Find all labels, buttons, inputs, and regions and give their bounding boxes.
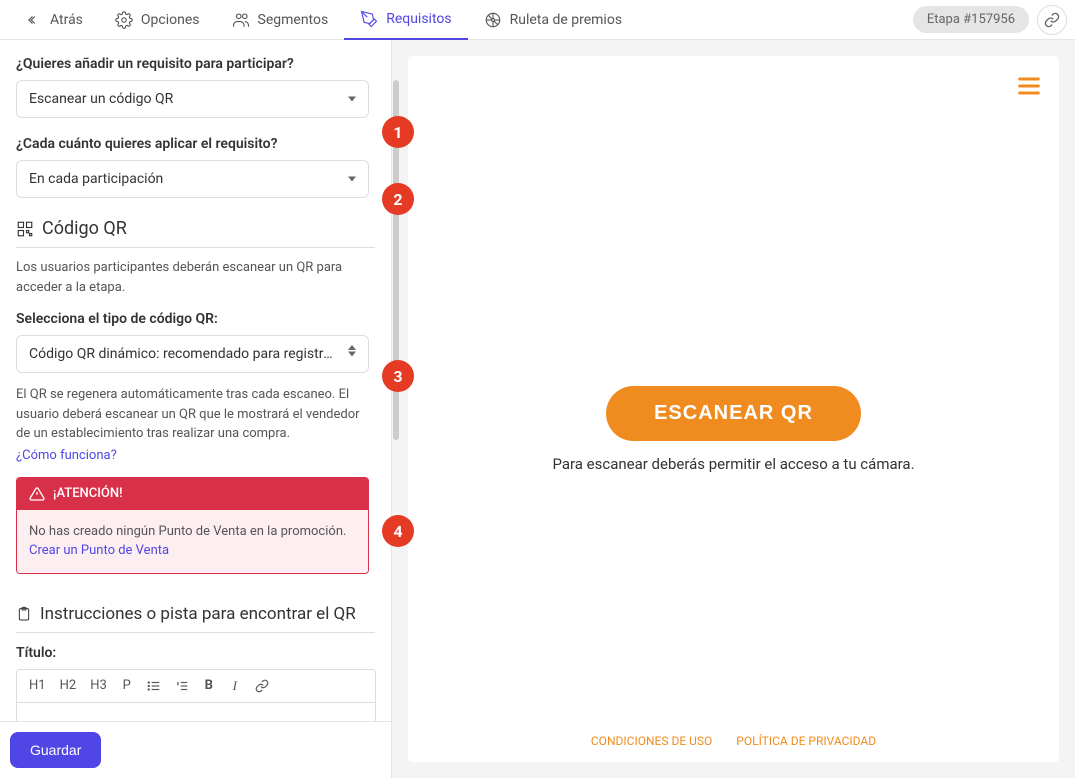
qr-type-label: Selecciona el tipo de código QR: [16,311,375,327]
warning-icon [29,486,45,502]
tab-segments-label: Segmentos [258,12,329,28]
link-icon [1044,12,1060,28]
tab-back[interactable]: Atrás [8,0,99,40]
frequency-value: En cada participación [29,171,163,187]
hamburger-icon [1015,72,1043,100]
editor-toolbar: H1 H2 H3 P B I [16,669,376,703]
qr-type-select[interactable]: Código QR dinámico: recomendado para reg… [16,335,369,373]
terms-link[interactable]: CONDICIONES DE USO [591,734,712,748]
toolbar-bold[interactable]: B [197,674,221,697]
alert-body-text: No has creado ningún Punto de Venta en l… [29,524,346,539]
how-it-works-link[interactable]: ¿Cómo funciona? [16,448,375,463]
qr-section-header: Código QR [16,218,375,248]
tab-back-label: Atrás [50,12,83,28]
gear-icon [115,11,133,29]
toolbar-link[interactable] [249,675,275,697]
requisite-type-select[interactable]: Escanear un código QR [16,80,369,118]
preview-footer: CONDICIONES DE USO POLÍTICA DE PRIVACIDA… [591,718,876,762]
tour-badge-1: 1 [382,116,414,148]
toolbar-ul[interactable] [141,675,167,697]
wheel-icon [484,11,502,29]
footer-bar: Guardar [0,721,391,778]
qr-section-title: Código QR [42,218,127,239]
qr-icon [16,220,34,238]
tab-options-label: Opciones [141,12,200,28]
tour-badge-2: 2 [382,183,414,215]
chevron-left-icon [24,11,42,29]
pen-icon [360,10,378,28]
preview-menu-button[interactable] [1015,72,1043,100]
warning-alert: ¡ATENCIÓN! No has creado ningún Punto de… [16,477,369,574]
toolbar-h1[interactable]: H1 [23,674,52,697]
qr-type-value: Código QR dinámico: recomendado para reg… [29,346,338,362]
tour-badge-4: 4 [382,515,414,547]
qr-description: Los usuarios participantes deberán escan… [16,258,375,297]
instructions-section-header: Instrucciones o pista para encontrar el … [16,604,375,633]
tab-options[interactable]: Opciones [99,0,216,40]
qr-info-text: El QR se regenera automáticamente tras c… [16,385,375,444]
question-2-label: ¿Cada cuánto quieres aplicar el requisit… [16,136,375,152]
tab-requisites-label: Requisitos [386,11,451,27]
question-1-label: ¿Quieres añadir un requisito para partic… [16,56,375,72]
tour-badge-3: 3 [382,360,414,392]
mobile-preview: ESCANEAR QR Para escanear deberás permit… [408,56,1059,762]
preview-pane: ESCANEAR QR Para escanear deberás permit… [392,40,1075,778]
toolbar-ol[interactable] [169,675,195,697]
toolbar-h2[interactable]: H2 [54,674,83,697]
create-pos-link[interactable]: Crear un Punto de Venta [29,543,169,558]
permalink-button[interactable] [1037,5,1067,35]
alert-title: ¡ATENCIÓN! [53,486,123,501]
toolbar-italic[interactable]: I [223,674,247,698]
toolbar-h3[interactable]: H3 [84,674,113,697]
requisite-type-value: Escanear un código QR [29,91,173,107]
scan-instruction-text: Para escanear deberás permitir el acceso… [552,455,914,473]
toolbar-p[interactable]: P [115,674,139,697]
tab-wheel-label: Ruleta de premios [510,12,622,28]
frequency-select[interactable]: En cada participación [16,160,369,198]
tab-wheel[interactable]: Ruleta de premios [468,0,638,40]
tab-segments[interactable]: Segmentos [216,0,345,40]
tab-requisites[interactable]: Requisitos [344,0,467,40]
users-icon [232,11,250,29]
config-panel: ¿Quieres añadir un requisito para partic… [0,40,392,778]
title-editor[interactable] [16,703,376,722]
privacy-link[interactable]: POLÍTICA DE PRIVACIDAD [736,734,876,748]
title-field-label: Título: [16,645,375,661]
scan-qr-button[interactable]: ESCANEAR QR [606,386,861,441]
stage-badge: Etapa #157956 [913,6,1029,33]
save-button[interactable]: Guardar [10,732,101,768]
instructions-title: Instrucciones o pista para encontrar el … [40,604,356,624]
clipboard-icon [16,605,32,623]
top-tabs-bar: Atrás Opciones Segmentos Requisitos Rule… [0,0,1075,40]
